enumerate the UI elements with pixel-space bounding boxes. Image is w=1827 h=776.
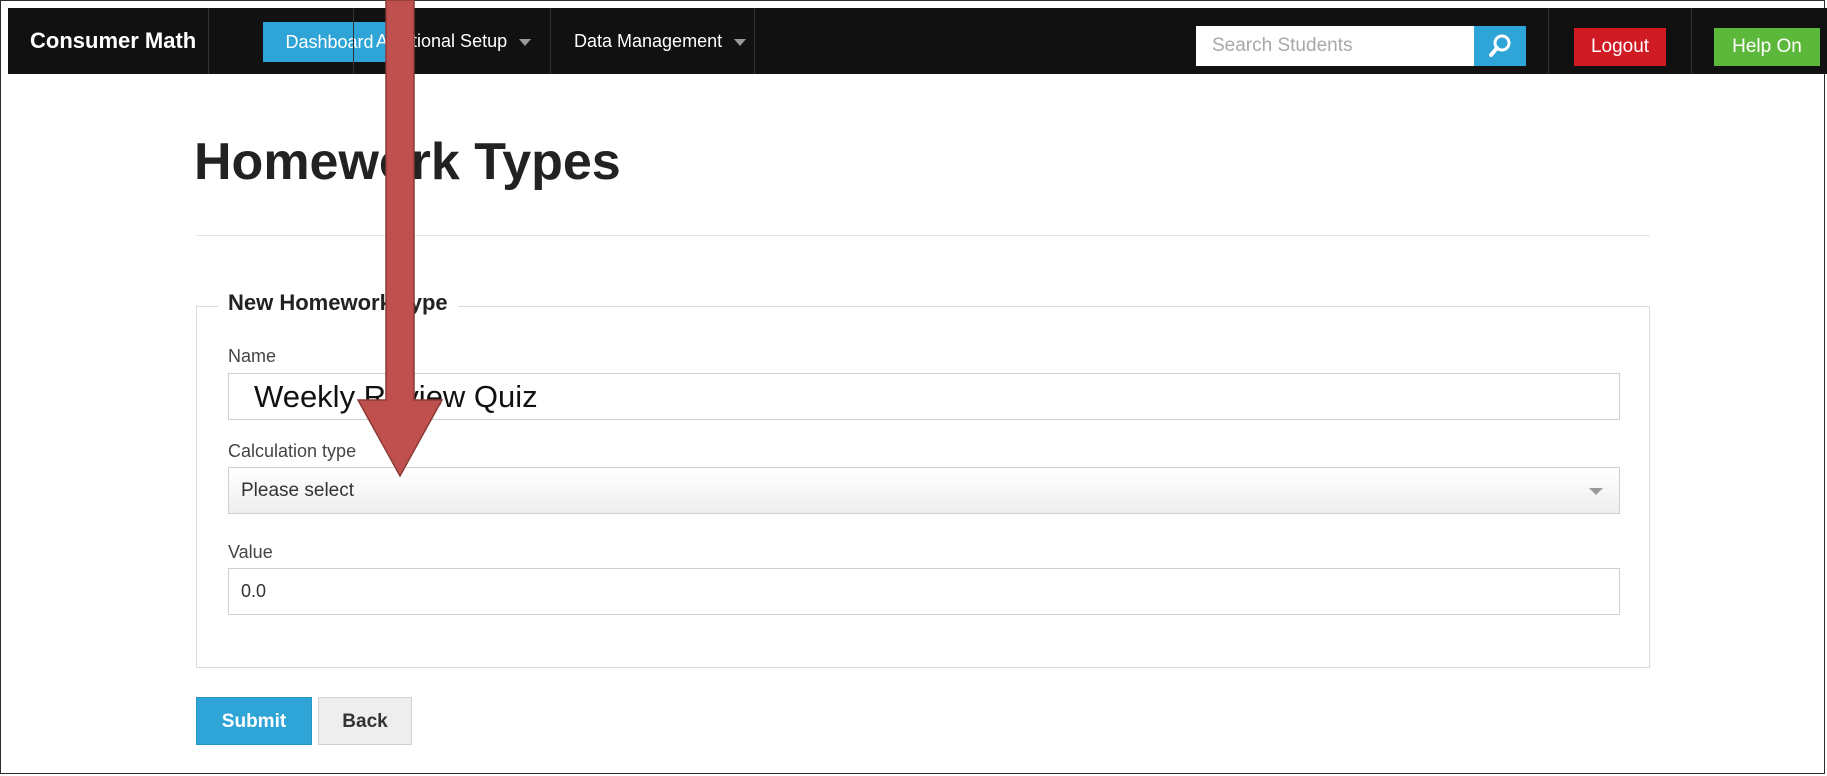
nav-divider <box>550 8 551 74</box>
additional-setup-menu[interactable]: Additional Setup <box>376 8 532 74</box>
help-toggle-button[interactable]: Help On <box>1714 28 1820 66</box>
fieldset-legend: New Homework Type <box>218 290 458 316</box>
name-field[interactable] <box>228 373 1620 420</box>
calculation-type-select[interactable]: Please select <box>228 467 1620 514</box>
data-management-label: Data Management <box>574 31 723 51</box>
nav-divider <box>353 8 354 74</box>
value-label: Value <box>228 542 273 562</box>
calculation-type-selected-value: Please select <box>241 480 355 501</box>
additional-setup-label: Additional Setup <box>376 31 508 51</box>
data-management-menu[interactable]: Data Management <box>574 8 747 74</box>
page-title: Homework Types <box>194 133 621 191</box>
nav-divider <box>754 8 755 74</box>
chevron-down-icon <box>1589 488 1603 495</box>
logout-button[interactable]: Logout <box>1574 28 1666 66</box>
submit-button[interactable]: Submit <box>196 697 312 745</box>
search-students-input[interactable] <box>1196 26 1474 66</box>
top-navbar: Consumer Math Dashboard Additional Setup… <box>8 8 1827 74</box>
back-button[interactable]: Back <box>318 697 412 745</box>
search-button[interactable] <box>1474 26 1526 66</box>
nav-divider <box>1548 8 1549 74</box>
nav-divider <box>208 8 209 74</box>
chevron-down-icon <box>519 38 532 46</box>
chevron-down-icon <box>734 38 747 46</box>
nav-divider <box>1691 8 1692 74</box>
title-divider <box>196 235 1650 236</box>
value-field[interactable] <box>228 568 1620 615</box>
calculation-type-label: Calculation type <box>228 441 357 461</box>
app-brand[interactable]: Consumer Math <box>30 8 196 74</box>
search-icon <box>1489 34 1511 57</box>
name-label: Name <box>228 346 277 366</box>
